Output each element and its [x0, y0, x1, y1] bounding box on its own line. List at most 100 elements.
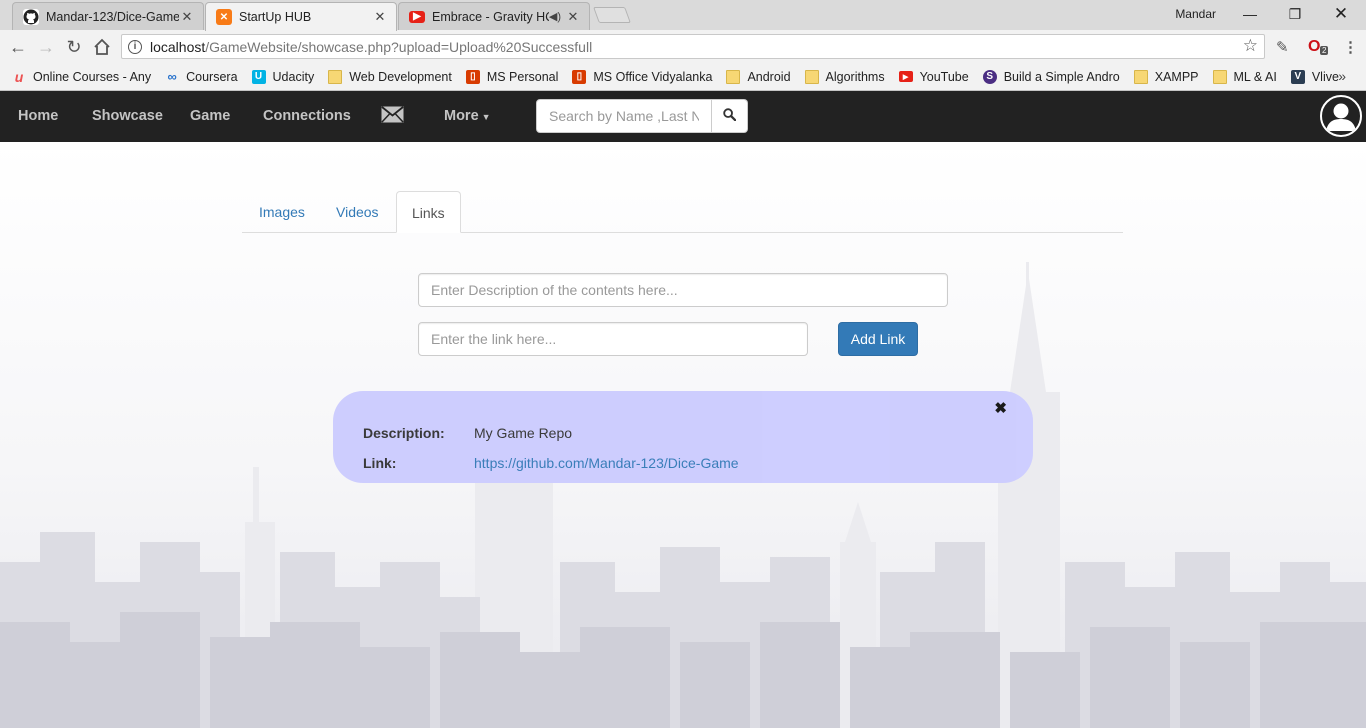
close-icon[interactable]: ✖	[994, 399, 1007, 417]
link-label: Link:	[363, 455, 397, 471]
link-entry-card: ✖ Description: My Game Repo Link: https:…	[333, 391, 1033, 483]
description-label: Description:	[363, 425, 445, 441]
bookmark-label: MS Personal	[486, 69, 559, 84]
close-icon[interactable]: ✕	[179, 9, 195, 25]
browser-tab-title: Embrace - Gravity HQ	[432, 9, 549, 24]
bookmark-android[interactable]: Android	[726, 69, 791, 84]
reload-icon[interactable]: ↻	[63, 36, 85, 58]
description-input[interactable]	[418, 273, 948, 307]
search-group	[536, 99, 748, 133]
forward-icon[interactable]: →	[35, 36, 57, 58]
info-icon[interactable]: i	[128, 39, 142, 54]
bookmark-ms-personal[interactable]: ▯ MS Personal	[465, 69, 559, 84]
bookmark-label: XAMPP	[1154, 69, 1199, 84]
youtube-icon: ▶	[409, 10, 425, 23]
bookmark-label: Coursera	[186, 69, 238, 84]
tab-links[interactable]: Links	[396, 191, 461, 233]
extension-badge: 2	[1320, 46, 1329, 55]
restore-icon[interactable]: ❐	[1275, 3, 1315, 25]
nav-more[interactable]: More ▼	[444, 91, 491, 142]
app-navbar: Home Showcase Game Connections More ▼	[0, 91, 1366, 142]
bookmarks-bar: u Online Courses - Any ∞ Coursera U Udacity…	[0, 63, 1366, 91]
browser-tabstrip: Mandar-123/Dice-Game ✕ ✕ StartUp HUB ✕ ▶…	[0, 0, 1366, 31]
nav-home[interactable]: Home	[18, 91, 58, 142]
showcase-tabs: Images Videos Links	[242, 191, 1123, 233]
add-link-button[interactable]: Add Link	[838, 322, 918, 356]
bookmark-label: Android	[747, 69, 791, 84]
bookmark-ml-ai[interactable]: ML & AI	[1212, 69, 1277, 84]
bookmark-label: Vlive	[1311, 69, 1339, 84]
browser-toolbar: ← → ↻ i localhost /GameWebsite/showcase.…	[0, 30, 1366, 63]
speaker-icon[interactable]: ◀)	[549, 10, 561, 23]
link-value[interactable]: https://github.com/Mandar-123/Dice-Game	[474, 455, 739, 471]
user-icon	[1326, 103, 1356, 131]
folder-icon	[328, 69, 343, 84]
bookmark-label: ML & AI	[1233, 69, 1277, 84]
folder-icon	[1133, 69, 1148, 84]
window-close-icon[interactable]: ✕	[1321, 3, 1361, 25]
youtube-icon: ▶	[898, 71, 913, 82]
udacity-icon: U	[251, 69, 266, 84]
bookmark-label: Build a Simple Andro	[1003, 69, 1120, 84]
menu-icon[interactable]: ⋮	[1343, 38, 1358, 56]
search-icon	[723, 108, 737, 124]
envelope-icon[interactable]	[381, 106, 404, 126]
close-icon[interactable]: ✕	[565, 9, 581, 25]
bookmark-ms-office[interactable]: ▯ MS Office Vidyalanka	[572, 69, 713, 84]
showcase-content: Images Videos Links Add Link ✖ Descripti…	[0, 142, 1366, 728]
chevron-right-icon[interactable]: »	[1338, 68, 1346, 84]
browser-tab-title: StartUp HUB	[239, 10, 312, 24]
search-button[interactable]	[712, 99, 748, 133]
bookmark-label: Algorithms	[825, 69, 885, 84]
bookmark-label: MS Office Vidyalanka	[593, 69, 713, 84]
opera-icon[interactable]: O	[1308, 38, 1320, 56]
address-bar[interactable]: i localhost /GameWebsite/showcase.php?up…	[121, 34, 1265, 59]
browser-tab-github[interactable]: Mandar-123/Dice-Game ✕	[12, 2, 204, 30]
description-value: My Game Repo	[474, 425, 573, 441]
nav-game[interactable]: Game	[190, 91, 230, 142]
url-host: localhost	[150, 38, 206, 55]
udemy-icon: u	[14, 68, 24, 85]
nav-showcase[interactable]: Showcase	[92, 91, 163, 142]
close-icon[interactable]: ✕	[372, 9, 388, 25]
bookmark-label: YouTube	[919, 69, 969, 84]
bookmark-online-courses[interactable]: u Online Courses - Any	[12, 68, 152, 85]
minimize-icon[interactable]: —	[1230, 3, 1270, 25]
bookmark-algorithms[interactable]: Algorithms	[804, 69, 885, 84]
back-icon[interactable]: ←	[7, 36, 29, 58]
star-icon[interactable]: ☆	[1243, 36, 1258, 56]
nav-more-label: More	[444, 108, 479, 124]
bookmark-xampp[interactable]: XAMPP	[1133, 69, 1199, 84]
avatar[interactable]	[1320, 95, 1362, 137]
bookmark-build-android[interactable]: S Build a Simple Andro	[982, 69, 1120, 84]
search-input[interactable]	[536, 99, 712, 133]
link-input[interactable]	[418, 322, 808, 356]
github-icon	[23, 8, 39, 25]
bookmark-youtube[interactable]: ▶ YouTube	[898, 69, 969, 84]
tab-images[interactable]: Images	[244, 191, 320, 233]
caret-down-icon: ▼	[481, 112, 491, 122]
browser-tab-startup-hub[interactable]: ✕ StartUp HUB ✕	[205, 2, 397, 31]
folder-icon	[804, 69, 819, 84]
office-icon: ▯	[572, 69, 587, 84]
new-tab-button[interactable]	[593, 7, 631, 23]
bookmark-udacity[interactable]: U Udacity	[251, 69, 315, 84]
office-icon: ▯	[465, 69, 480, 84]
nav-connections[interactable]: Connections	[263, 91, 351, 142]
xampp-icon: ✕	[216, 9, 232, 25]
bookmark-web-development[interactable]: Web Development	[328, 69, 452, 84]
folder-icon	[726, 69, 741, 84]
coursera-icon: ∞	[167, 69, 177, 84]
bookmark-label: Online Courses - Any	[33, 69, 152, 84]
s-icon: S	[982, 69, 997, 84]
bookmark-label: Udacity	[272, 69, 315, 84]
folder-icon	[1212, 69, 1227, 84]
vlive-icon: V	[1290, 69, 1305, 84]
home-icon[interactable]	[91, 36, 113, 58]
tab-videos[interactable]: Videos	[321, 191, 394, 233]
eyedropper-icon[interactable]: ✎	[1276, 38, 1289, 56]
bookmark-coursera[interactable]: ∞ Coursera	[165, 69, 238, 84]
bookmark-vlive[interactable]: V Vlive	[1290, 69, 1339, 84]
profile-name[interactable]: Mandar	[1175, 7, 1216, 21]
browser-tab-youtube[interactable]: ▶ Embrace - Gravity HQ ◀) ✕	[398, 2, 590, 30]
